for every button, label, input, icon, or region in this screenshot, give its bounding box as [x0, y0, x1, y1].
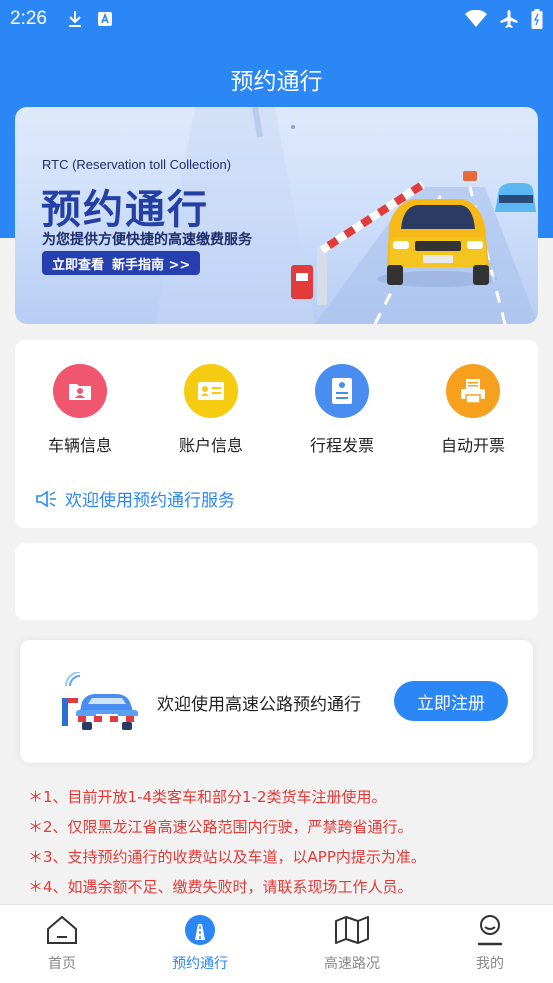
register-text: 欢迎使用高速公路预约通行 — [157, 695, 361, 715]
register-button[interactable]: 立即注册 — [394, 681, 508, 721]
tab-profile[interactable]: 我的 — [440, 913, 540, 973]
battery-icon — [531, 9, 543, 29]
banner-guide-label: 新手指南 >> — [112, 257, 191, 273]
notice-bar[interactable]: 欢迎使用预约通行服务 — [35, 486, 235, 511]
tab-label: 预约通行 — [172, 956, 228, 972]
quick-menu-card: 车辆信息 账户信息 行程发票 自动开票 欢迎使用预约通行服务 — [15, 340, 538, 528]
tab-label: 首页 — [48, 956, 76, 972]
reservation-icon — [185, 915, 215, 945]
promo-banner[interactable]: RTC (Reservation toll Collection) 预约通行 为… — [15, 107, 538, 324]
trip-invoice-icon — [315, 364, 369, 418]
map-icon — [335, 916, 369, 944]
auto-invoice-icon — [446, 364, 500, 418]
status-bar: 2:26 — [0, 0, 553, 38]
page-title: 预约通行 — [230, 69, 323, 95]
menu-label: 行程发票 — [309, 436, 374, 455]
tab-home[interactable]: 首页 — [12, 913, 112, 973]
banner-subtitle: RTC (Reservation toll Collection) — [42, 157, 232, 172]
a-icon — [97, 12, 112, 26]
bottom-tab-bar: 首页 预约通行 高速路况 我的 — [0, 904, 553, 983]
rule-item: ＊2、仅限黑龙江省高速公路范围内行驶，严禁跨省通行。 — [28, 818, 413, 836]
airplane-icon — [500, 10, 518, 28]
menu-item-trip-invoice[interactable]: 行程发票 — [287, 364, 397, 456]
profile-icon — [477, 915, 503, 946]
speaker-icon — [36, 490, 56, 507]
vehicle-info-icon — [53, 364, 107, 418]
register-card: 欢迎使用高速公路预约通行 立即注册 — [20, 640, 533, 763]
wifi-icon — [465, 10, 487, 27]
home-icon — [47, 915, 77, 944]
menu-item-auto-invoice[interactable]: 自动开票 — [418, 364, 528, 456]
download-icon — [68, 11, 81, 27]
menu-label: 账户信息 — [178, 436, 243, 455]
banner-view-label: 立即查看 — [52, 257, 105, 273]
banner-view-button[interactable]: 立即查看 新手指南 >> — [42, 251, 201, 275]
empty-card — [15, 543, 538, 620]
tab-traffic[interactable]: 高速路况 — [302, 913, 402, 973]
account-info-icon — [184, 364, 238, 418]
rule-item: ＊4、如遇余额不足、缴费失败时，请联系现场工作人员。 — [28, 878, 413, 896]
menu-label: 自动开票 — [440, 436, 505, 455]
banner-title: 预约通行 — [41, 187, 209, 233]
status-time: 2:26 — [10, 8, 47, 29]
menu-label: 车辆信息 — [47, 436, 112, 455]
tab-label: 我的 — [476, 956, 504, 972]
tab-reservation[interactable]: 预约通行 — [150, 913, 250, 973]
menu-item-vehicle-info[interactable]: 车辆信息 — [25, 364, 135, 456]
rules-list: ＊1、目前开放1-4类客车和部分1-2类货车注册使用。 ＊2、仅限黑龙江省高速公… — [28, 786, 548, 906]
menu-item-account-info[interactable]: 账户信息 — [156, 364, 266, 456]
rule-item: ＊1、目前开放1-4类客车和部分1-2类货车注册使用。 — [28, 788, 387, 806]
banner-tagline: 为您提供方便快捷的高速缴费服务 — [42, 232, 252, 248]
rule-item: ＊3、支持预约通行的收费站以及车道，以APP内提示为准。 — [28, 848, 426, 866]
tab-label: 高速路况 — [324, 956, 380, 972]
notice-text: 欢迎使用预约通行服务 — [65, 491, 235, 511]
toll-car-icon — [62, 672, 140, 730]
